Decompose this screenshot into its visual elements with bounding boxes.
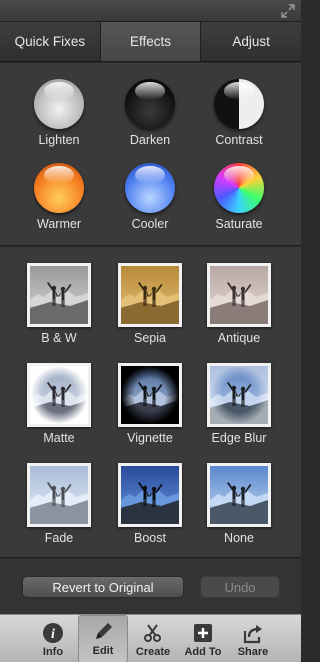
svg-text:i: i bbox=[51, 627, 55, 642]
saturate-label: Saturate bbox=[215, 217, 263, 231]
effect-label: Fade bbox=[44, 531, 74, 545]
effect-label: Edge Blur bbox=[211, 431, 267, 445]
effect-thumbnail bbox=[27, 363, 91, 427]
warmer-label: Warmer bbox=[37, 217, 81, 231]
effect-antique[interactable]: Antique bbox=[194, 263, 284, 345]
share-button[interactable]: Share bbox=[228, 615, 278, 662]
add-to-button[interactable]: Add To bbox=[178, 615, 228, 662]
effect-edge-blur[interactable]: Edge Blur bbox=[194, 363, 284, 445]
info-label: Info bbox=[42, 646, 64, 658]
bottom-toolbar: i Info Edit Create Add To Share bbox=[0, 614, 301, 662]
saturate-orb-icon bbox=[214, 163, 264, 213]
cooler-orb-icon bbox=[125, 163, 175, 213]
darken-label: Darken bbox=[129, 133, 171, 147]
effect-none[interactable]: None bbox=[194, 463, 284, 545]
tab-quick-fixes[interactable]: Quick Fixes bbox=[0, 22, 101, 61]
effect-label: None bbox=[224, 531, 254, 545]
effect-vignette[interactable]: Vignette bbox=[105, 363, 195, 445]
create-label: Create bbox=[135, 646, 171, 658]
warmer-button[interactable]: Warmer bbox=[14, 163, 104, 231]
effect-thumbnail bbox=[207, 463, 271, 527]
pencil-icon bbox=[96, 623, 112, 639]
expand-icon[interactable] bbox=[281, 4, 295, 18]
effect-thumbnail bbox=[27, 463, 91, 527]
effect-thumbnail bbox=[27, 263, 91, 327]
info-button[interactable]: i Info bbox=[28, 615, 78, 662]
effect-thumbnail bbox=[118, 463, 182, 527]
lighten-orb-icon bbox=[34, 79, 84, 129]
effect-thumbnail bbox=[118, 263, 182, 327]
create-icon bbox=[144, 624, 161, 642]
lighten-button[interactable]: Lighten bbox=[14, 79, 104, 147]
effect-b-w[interactable]: B & W bbox=[14, 263, 104, 345]
warmer-orb-icon bbox=[34, 163, 84, 213]
tab-effects[interactable]: Effects bbox=[100, 22, 202, 61]
edit-button[interactable]: Edit bbox=[78, 615, 128, 662]
share-label: Share bbox=[237, 646, 269, 658]
adjustments-panel: Lighten Darken Contrast Warmer Cooler Sa… bbox=[0, 63, 301, 246]
saturate-button[interactable]: Saturate bbox=[194, 163, 284, 231]
effects-panel: B & W Sepia Antique Matte Vignette Edge … bbox=[0, 247, 301, 558]
effect-label: Vignette bbox=[127, 431, 173, 445]
contrast-button[interactable]: Contrast bbox=[194, 79, 284, 147]
effect-label: Antique bbox=[217, 331, 261, 345]
cooler-label: Cooler bbox=[131, 217, 169, 231]
effect-label: B & W bbox=[41, 331, 77, 345]
lighten-label: Lighten bbox=[38, 133, 80, 147]
darken-button[interactable]: Darken bbox=[105, 79, 195, 147]
cooler-button[interactable]: Cooler bbox=[105, 163, 195, 231]
info-icon: i bbox=[43, 623, 63, 643]
revert-button[interactable]: Revert to Original bbox=[22, 576, 184, 598]
undo-button[interactable]: Undo bbox=[200, 576, 280, 598]
effect-thumbnail bbox=[118, 363, 182, 427]
tab-bar: Quick Fixes Effects Adjust bbox=[0, 22, 301, 62]
effect-matte[interactable]: Matte bbox=[14, 363, 104, 445]
edit-label: Edit bbox=[92, 645, 114, 657]
effect-label: Sepia bbox=[134, 331, 166, 345]
effect-boost[interactable]: Boost bbox=[105, 463, 195, 545]
effect-label: Matte bbox=[43, 431, 75, 445]
effect-sepia[interactable]: Sepia bbox=[105, 263, 195, 345]
darken-orb-icon bbox=[125, 79, 175, 129]
effect-thumbnail bbox=[207, 263, 271, 327]
title-bar bbox=[0, 0, 301, 22]
effect-fade[interactable]: Fade bbox=[14, 463, 104, 545]
effect-thumbnail bbox=[207, 363, 271, 427]
action-bar: Revert to Original Undo bbox=[0, 559, 301, 614]
share-icon bbox=[243, 625, 262, 644]
contrast-label: Contrast bbox=[215, 133, 263, 147]
contrast-orb-icon bbox=[214, 79, 264, 129]
add-to-label: Add To bbox=[184, 646, 222, 658]
effect-label: Boost bbox=[134, 531, 166, 545]
create-button[interactable]: Create bbox=[128, 615, 178, 662]
tab-adjust[interactable]: Adjust bbox=[201, 22, 301, 61]
add-icon bbox=[194, 624, 212, 642]
